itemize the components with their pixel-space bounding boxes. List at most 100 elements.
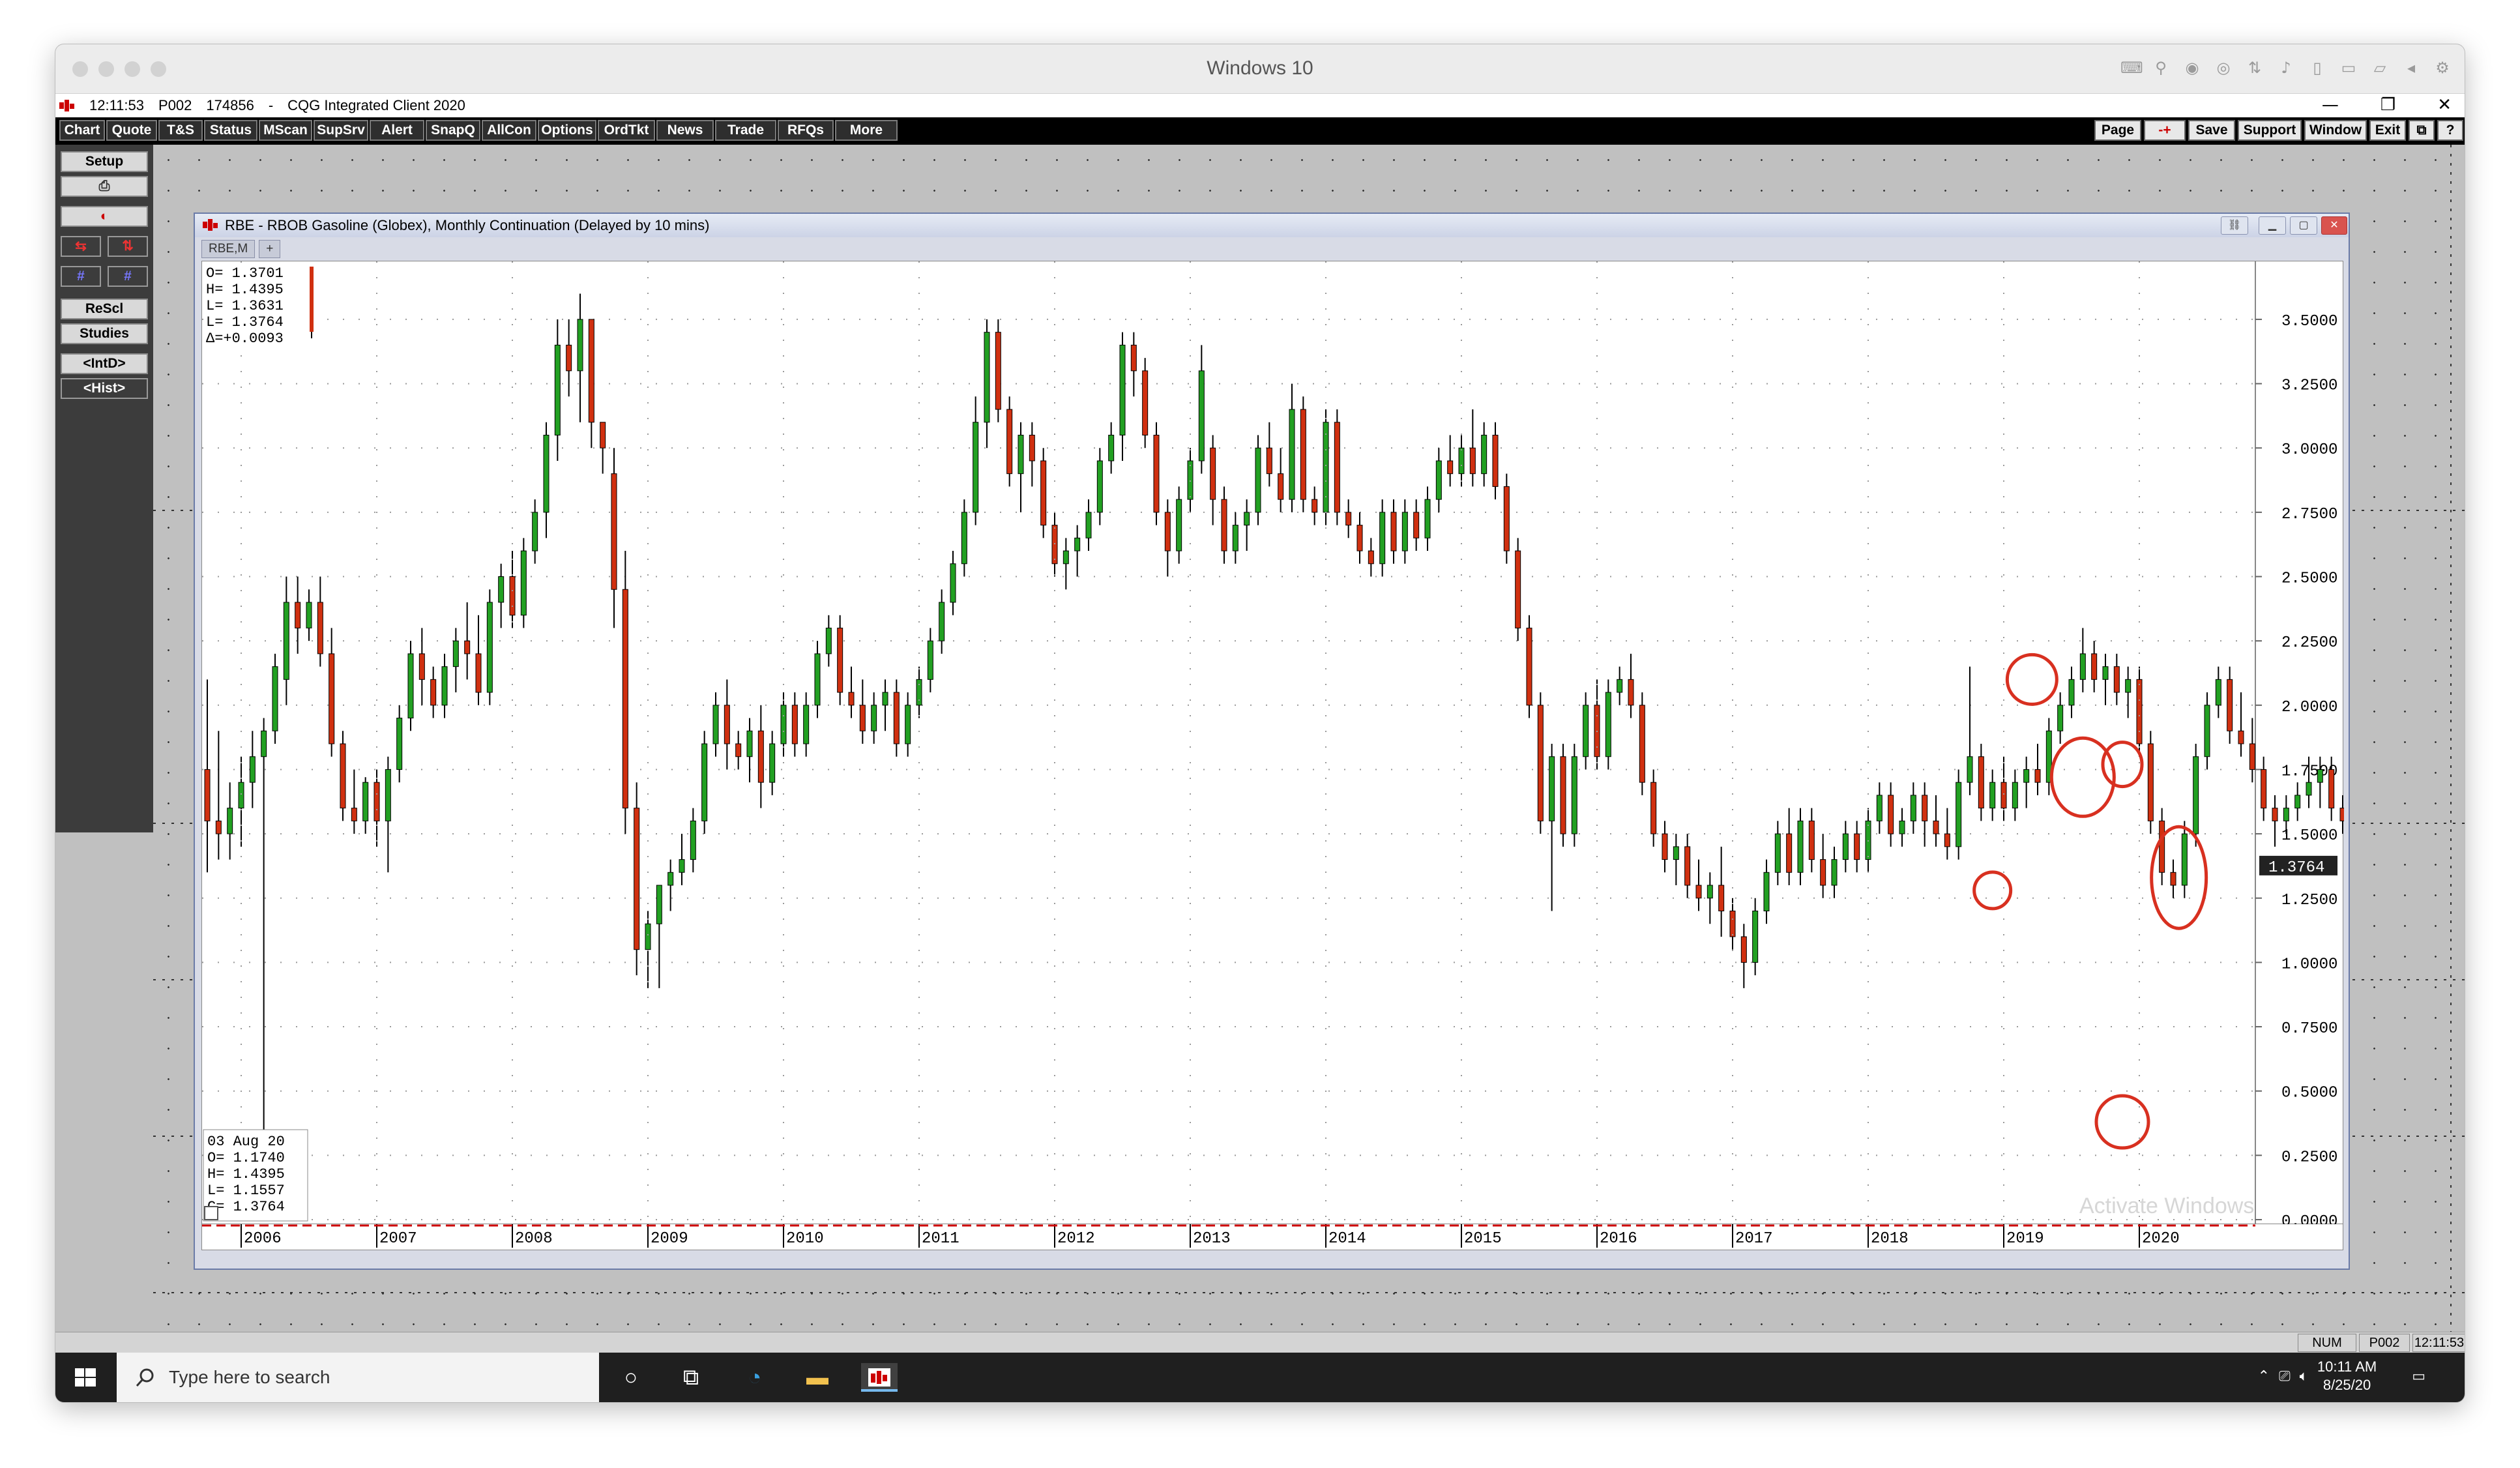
- candle-body: [2125, 679, 2132, 693]
- edge-icon[interactable]: ◔: [740, 1363, 770, 1392]
- candle-body: [374, 782, 380, 821]
- device-icon[interactable]: ▯: [2308, 59, 2326, 77]
- network-icon[interactable]: ⎚: [2279, 1368, 2291, 1385]
- toolbar-page-button[interactable]: Page: [2094, 120, 2141, 141]
- close-icon[interactable]: ✕: [2437, 95, 2452, 115]
- candle-body: [893, 692, 900, 744]
- annotation-circle: [2094, 1094, 2150, 1150]
- print-button[interactable]: ⎙: [61, 176, 148, 197]
- taskbar-search-box[interactable]: Type here to search: [117, 1353, 599, 1402]
- tab-rbe-monthly[interactable]: RBE,M: [201, 240, 256, 258]
- candle-body: [1537, 705, 1544, 821]
- quote-link-button[interactable]: ◐: [61, 206, 148, 227]
- taskbar-clock[interactable]: 10:11 AM 8/25/20: [2317, 1358, 2377, 1394]
- candle-body: [848, 692, 855, 706]
- volume-icon[interactable]: 🔈︎: [2300, 1368, 2308, 1385]
- toolbar-options-button[interactable]: Options: [538, 120, 596, 141]
- toolbar-snapq-button[interactable]: SnapQ: [426, 120, 480, 141]
- toolbar-minus-plus-button[interactable]: -+: [2144, 120, 2186, 141]
- toolbar-status-button[interactable]: Status: [204, 120, 257, 141]
- candlestick-chart[interactable]: 3.5000 3.2500 3.0000 2.7500 2.5000 2.2500 2.00…: [202, 261, 2448, 1231]
- start-button[interactable]: [55, 1353, 115, 1402]
- ohlc-checkbox[interactable]: [204, 1206, 218, 1220]
- restore-icon[interactable]: ❐: [2381, 95, 2395, 115]
- candle-body: [724, 705, 730, 744]
- candle-body: [600, 422, 606, 448]
- candle-body: [464, 640, 471, 654]
- candle-body: [2170, 872, 2176, 886]
- chart-maximize-button[interactable]: ▢: [2290, 216, 2317, 235]
- file-explorer-icon[interactable]: ▬: [802, 1363, 832, 1392]
- minimize-icon[interactable]: —: [2322, 95, 2339, 115]
- toolbar-mscan-button[interactable]: MScan: [259, 120, 312, 141]
- candle-body: [1006, 409, 1013, 475]
- toolbar-news-button[interactable]: News: [656, 120, 714, 141]
- system-tray: ⌃ ⎚ 🔈︎ 10:11 AM 8/25/20 ▭: [2258, 1358, 2425, 1394]
- info-candle-body: [310, 267, 314, 332]
- toolbar-window-layout-button[interactable]: ⧉: [2409, 120, 2435, 141]
- candle-body: [272, 666, 278, 731]
- setup-button[interactable]: Setup: [61, 151, 148, 172]
- swap-left-button[interactable]: ⇆: [61, 236, 101, 257]
- candle-body: [520, 550, 527, 616]
- keyboard-icon[interactable]: ⌨: [2120, 59, 2143, 77]
- intraday-button[interactable]: <IntD>: [61, 353, 148, 374]
- chart-close-button[interactable]: ✕: [2321, 216, 2347, 235]
- candle-body: [441, 666, 448, 706]
- folder-icon[interactable]: ▱: [2371, 59, 2389, 77]
- toolbar-allcon-button[interactable]: AllCon: [482, 120, 536, 141]
- toolbar-chart-button[interactable]: Chart: [59, 120, 105, 141]
- add-tab-button[interactable]: +: [259, 240, 281, 258]
- toolbar-help-button[interactable]: ?: [2437, 120, 2463, 141]
- toolbar-quote-button[interactable]: Quote: [106, 120, 157, 141]
- candle-body: [1142, 370, 1149, 435]
- toolbar-trade-button[interactable]: Trade: [715, 120, 776, 141]
- toolbar-window-button[interactable]: Window: [2304, 120, 2367, 141]
- chart-plot-area[interactable]: 3.5000 3.2500 3.0000 2.7500 2.5000 2.2500 2.00…: [201, 261, 2448, 1231]
- sound-icon[interactable]: ♪: [2277, 59, 2295, 77]
- candle-body: [973, 422, 979, 513]
- candle-body: [509, 576, 516, 616]
- toolbar-ts-button[interactable]: T&S: [158, 120, 203, 141]
- candle-body: [1379, 512, 1386, 565]
- notification-icon[interactable]: ▭: [2412, 1368, 2425, 1385]
- network-icon[interactable]: ⇅: [2246, 59, 2264, 77]
- candle-body: [634, 808, 640, 950]
- candle-body: [2306, 782, 2312, 796]
- candle-body: [667, 872, 674, 886]
- toolbar-ordtkt-button[interactable]: OrdTkt: [598, 120, 655, 141]
- maximize-icon: ▢: [2298, 220, 2309, 231]
- candle-body: [2339, 808, 2346, 821]
- screen-icon[interactable]: ▭: [2339, 59, 2358, 77]
- rescale-button[interactable]: ReScl: [61, 299, 148, 319]
- candle-body: [2023, 769, 2030, 783]
- grid-left-button[interactable]: #: [61, 266, 101, 287]
- swap-vertical-button[interactable]: ⇅: [108, 236, 148, 257]
- toolbar-support-button[interactable]: Support: [2238, 120, 2302, 141]
- toolbar-more-button[interactable]: More: [835, 120, 898, 141]
- candle-body: [712, 705, 719, 744]
- studies-button[interactable]: Studies: [61, 323, 148, 344]
- gear-icon[interactable]: ⚙: [2433, 59, 2452, 77]
- chart-window-titlebar: RBE - RBOB Gasoline (Globex), Monthly Co…: [195, 214, 2349, 237]
- toolbar-supsrv-button[interactable]: SupSrv: [314, 120, 368, 141]
- chart-minimize-button[interactable]: ▁: [2259, 216, 2286, 235]
- task-view-icon[interactable]: ⧉: [676, 1363, 706, 1392]
- historical-button[interactable]: <Hist>: [61, 378, 148, 399]
- record-icon[interactable]: ◉: [2183, 59, 2201, 77]
- cd-icon[interactable]: ◎: [2214, 59, 2233, 77]
- cqg-taskbar-icon[interactable]: [861, 1363, 898, 1392]
- toolbar-exit-button[interactable]: Exit: [2369, 120, 2406, 141]
- link-chain-button[interactable]: ⛓: [2221, 216, 2248, 235]
- back-icon[interactable]: ◂: [2402, 59, 2420, 77]
- chevron-up-icon[interactable]: ⌃: [2258, 1368, 2270, 1385]
- candle-body: [1368, 550, 1374, 565]
- toolbar-rfqs-button[interactable]: RFQs: [778, 120, 834, 141]
- usb-icon[interactable]: ⚲: [2152, 59, 2170, 77]
- grid-right-button[interactable]: #: [108, 266, 148, 287]
- y-tick-label: 1.0000: [2281, 956, 2337, 973]
- hash-icon: #: [77, 269, 85, 284]
- cortana-icon[interactable]: ○: [616, 1363, 646, 1392]
- toolbar-alert-button[interactable]: Alert: [370, 120, 424, 141]
- toolbar-save-button[interactable]: Save: [2188, 120, 2235, 141]
